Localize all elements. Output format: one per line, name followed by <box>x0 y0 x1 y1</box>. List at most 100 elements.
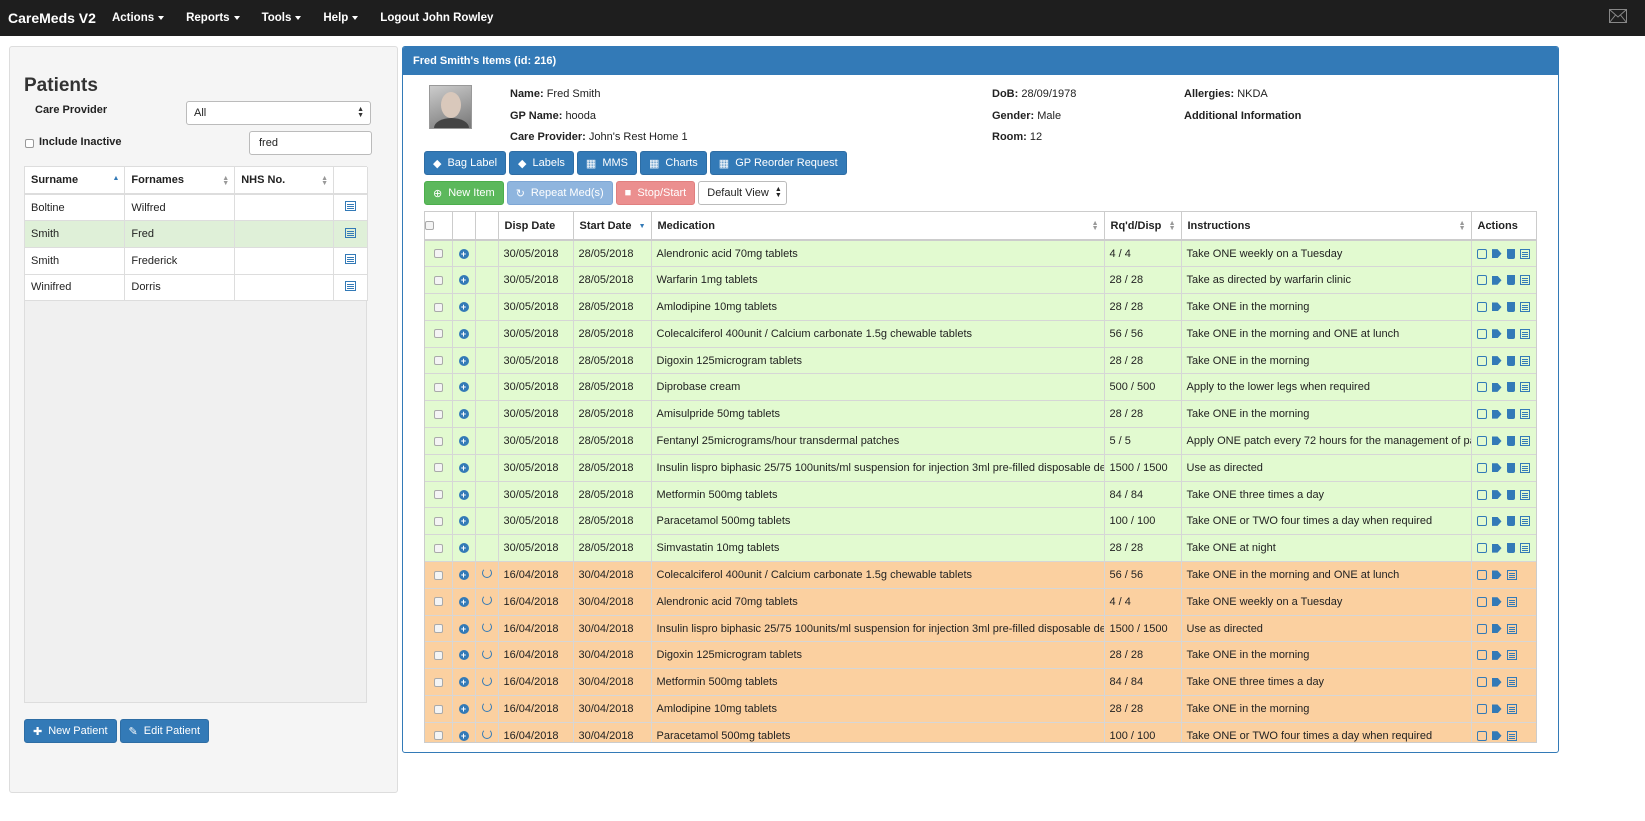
plus-circle-icon[interactable]: + <box>458 328 469 339</box>
plus-circle-icon[interactable]: + <box>458 435 469 446</box>
tag-icon[interactable] <box>1491 543 1502 553</box>
medication-row[interactable]: +30/05/2018 28/05/2018 Colecalciferol 400u… <box>425 320 1536 348</box>
tag-icon[interactable] <box>1491 570 1502 580</box>
row-checkbox[interactable] <box>433 249 443 259</box>
list-icon[interactable] <box>345 280 357 291</box>
list-icon[interactable] <box>1506 677 1517 688</box>
list-icon[interactable] <box>1519 435 1530 446</box>
list-icon[interactable] <box>1506 730 1517 741</box>
plus-circle-icon[interactable]: + <box>458 409 469 420</box>
col-disp-date[interactable]: Disp Date <box>498 212 574 241</box>
medication-row[interactable]: +16/04/2018 30/04/2018 Digoxin 125microgra… <box>425 641 1536 670</box>
plus-circle-icon[interactable]: + <box>458 703 469 714</box>
trash-icon[interactable] <box>1506 435 1515 446</box>
tag-icon[interactable] <box>1491 490 1502 500</box>
row-checkbox[interactable] <box>433 624 443 634</box>
edit-icon[interactable] <box>1476 677 1487 688</box>
patient-row[interactable]: Boltine Wilfred <box>25 194 368 222</box>
plus-circle-icon[interactable]: + <box>458 596 469 607</box>
new-item-button[interactable]: ⊕ New Item <box>424 181 504 205</box>
edit-icon[interactable] <box>1476 328 1487 339</box>
tag-icon[interactable] <box>1491 677 1502 687</box>
refresh-icon[interactable] <box>481 675 492 686</box>
list-icon[interactable] <box>1519 543 1530 554</box>
row-checkbox[interactable] <box>433 597 443 607</box>
plus-circle-icon[interactable]: + <box>458 650 469 661</box>
plus-circle-icon[interactable]: + <box>458 248 469 259</box>
row-checkbox[interactable] <box>433 409 443 419</box>
list-icon[interactable] <box>345 254 357 265</box>
nav-tools[interactable]: Tools <box>262 12 302 24</box>
plus-circle-icon[interactable]: + <box>458 489 469 500</box>
tag-icon[interactable] <box>1491 463 1502 473</box>
row-checkbox[interactable] <box>433 650 443 660</box>
labels-button[interactable]: ◆ Labels <box>509 151 574 175</box>
patient-row[interactable]: Smith Frederick <box>25 247 368 275</box>
list-icon[interactable] <box>1519 516 1530 527</box>
edit-icon[interactable] <box>1476 543 1487 554</box>
edit-icon[interactable] <box>1476 435 1487 446</box>
edit-icon[interactable] <box>1476 275 1487 286</box>
trash-icon[interactable] <box>1506 543 1515 554</box>
patient-row[interactable]: Winifred Dorris <box>25 274 368 302</box>
nav-help[interactable]: Help <box>323 12 359 24</box>
tag-icon[interactable] <box>1491 516 1502 526</box>
list-icon[interactable] <box>1519 275 1530 286</box>
trash-icon[interactable] <box>1506 275 1515 286</box>
list-icon[interactable] <box>1519 328 1530 339</box>
medication-row[interactable]: +16/04/2018 30/04/2018 Metformin 500mg tab… <box>425 668 1536 697</box>
plus-circle-icon[interactable]: + <box>458 677 469 688</box>
brand[interactable]: CareMeds V2 <box>8 10 96 26</box>
edit-icon[interactable] <box>1476 489 1487 500</box>
edit-icon[interactable] <box>1476 596 1487 607</box>
stop-start-button[interactable]: ■ Stop/Start <box>615 181 696 205</box>
edit-icon[interactable] <box>1476 650 1487 661</box>
medication-row[interactable]: +30/05/2018 28/05/2018 Warfarin 1mg tablet… <box>425 266 1536 295</box>
trash-icon[interactable] <box>1506 382 1515 393</box>
medication-row[interactable]: +30/05/2018 28/05/2018 Diprobase cream 500 … <box>425 373 1536 402</box>
medication-row[interactable]: +30/05/2018 28/05/2018 Alendronic acid 70m… <box>425 240 1536 268</box>
new-patient-button[interactable]: ✚ New Patient <box>24 719 117 743</box>
refresh-icon[interactable] <box>481 595 492 606</box>
edit-icon[interactable] <box>1476 382 1487 393</box>
care-provider-select[interactable]: All ▲ ▼ <box>186 101 371 125</box>
list-icon[interactable] <box>1506 650 1517 661</box>
repeat-meds-button[interactable]: ↻ Repeat Med(s) <box>506 181 613 205</box>
edit-icon[interactable] <box>1476 516 1487 527</box>
refresh-icon[interactable] <box>481 702 492 713</box>
row-checkbox[interactable] <box>433 275 443 285</box>
patient-search-input[interactable]: fred <box>249 131 372 155</box>
row-checkbox[interactable] <box>433 463 443 473</box>
medication-row[interactable]: +30/05/2018 28/05/2018 Metformin 500mg tab… <box>425 481 1536 509</box>
edit-patient-button[interactable]: ✎ Edit Patient <box>119 719 210 743</box>
charts-button[interactable]: ▦ Charts <box>639 151 707 175</box>
tag-icon[interactable] <box>1491 275 1502 285</box>
medication-row[interactable]: +30/05/2018 28/05/2018 Fentanyl 25microgra… <box>425 427 1536 455</box>
medication-row[interactable]: +16/04/2018 30/04/2018 Paracetamol 500mg t… <box>425 722 1536 742</box>
mail-icon[interactable] <box>1609 9 1627 23</box>
col-forenames[interactable]: Fornames ▲ ▼ <box>124 167 236 195</box>
refresh-icon[interactable] <box>481 568 492 579</box>
row-checkbox[interactable] <box>433 490 443 500</box>
medication-row[interactable]: +30/05/2018 28/05/2018 Amlodipine 10mg tab… <box>425 293 1536 321</box>
plus-circle-icon[interactable]: + <box>458 355 469 366</box>
list-icon[interactable] <box>1506 623 1517 634</box>
edit-icon[interactable] <box>1476 703 1487 714</box>
trash-icon[interactable] <box>1506 355 1515 366</box>
col-start-date[interactable]: Start Date ▼ <box>573 212 652 241</box>
edit-icon[interactable] <box>1476 462 1487 473</box>
medication-row[interactable]: +16/04/2018 30/04/2018 Insulin lispro biph… <box>425 615 1536 643</box>
list-icon[interactable] <box>345 227 357 238</box>
list-icon[interactable] <box>1506 703 1517 714</box>
row-checkbox[interactable] <box>433 704 443 714</box>
include-inactive-checkbox[interactable] <box>25 139 34 148</box>
tag-icon[interactable] <box>1491 597 1502 607</box>
tag-icon[interactable] <box>1491 436 1502 446</box>
list-icon[interactable] <box>1519 301 1530 312</box>
row-checkbox[interactable] <box>433 731 443 741</box>
tag-icon[interactable] <box>1491 382 1502 392</box>
medication-row[interactable]: +16/04/2018 30/04/2018 Alendronic acid 70m… <box>425 588 1536 616</box>
trash-icon[interactable] <box>1506 248 1515 259</box>
edit-icon[interactable] <box>1476 355 1487 366</box>
gp-reorder-button[interactable]: ▦ GP Reorder Request <box>709 151 847 175</box>
